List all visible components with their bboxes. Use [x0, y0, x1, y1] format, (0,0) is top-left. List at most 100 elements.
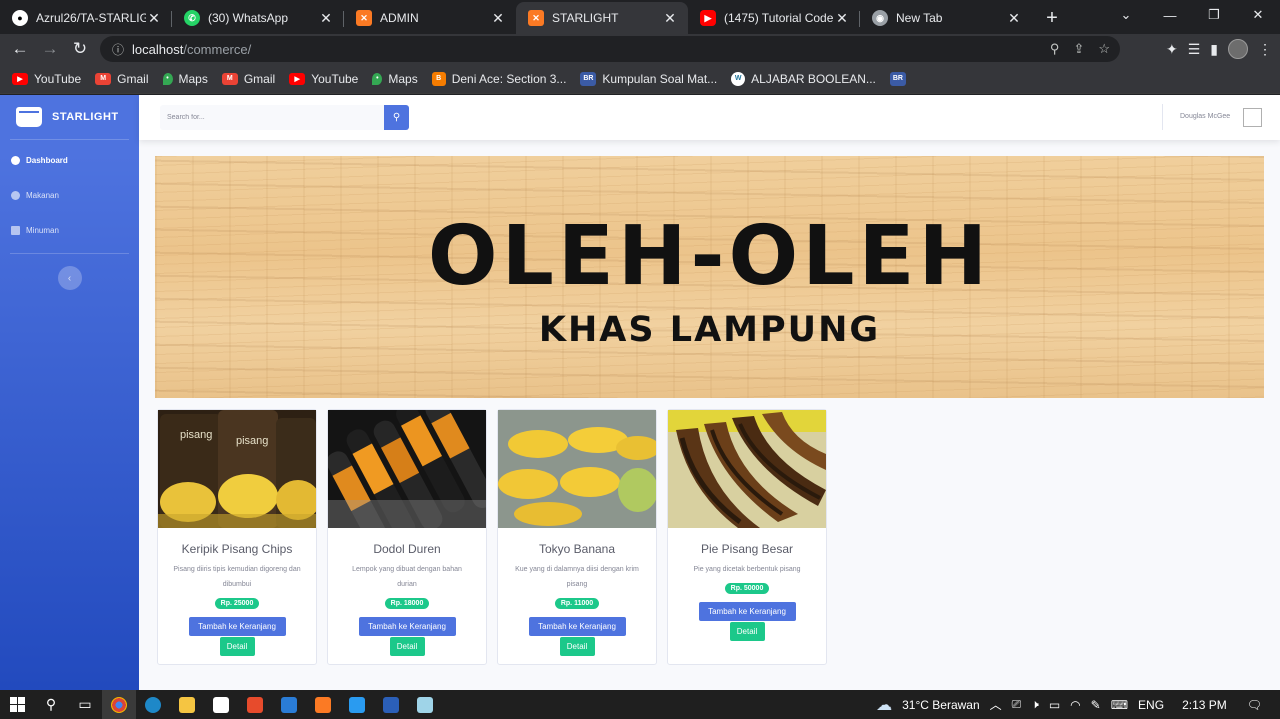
banner-title: OLEH-OLEH — [427, 209, 992, 304]
keyboard-icon[interactable]: ⌨ — [1111, 698, 1128, 712]
new-tab-button[interactable]: + — [1038, 4, 1066, 32]
windows-start-icon[interactable] — [0, 690, 34, 719]
bookmark-item[interactable]: ▶ YouTube — [12, 72, 81, 86]
bookmark-item[interactable]: B Deni Ace: Section 3... — [431, 71, 566, 86]
add-to-cart-button[interactable]: Tambah ke Keranjang — [528, 617, 626, 636]
bookmark-label: Gmail — [117, 71, 149, 86]
add-to-cart-button[interactable]: Tambah ke Keranjang — [698, 602, 796, 621]
menu-icon[interactable]: ⋮ — [1258, 41, 1272, 58]
mail-icon[interactable] — [272, 690, 306, 719]
forward-button[interactable]: → — [35, 34, 65, 64]
search-icon[interactable]: ⚲ — [34, 690, 68, 719]
tab-search-icon[interactable]: ⌄ — [1104, 0, 1148, 30]
store-icon[interactable] — [204, 690, 238, 719]
close-icon[interactable]: ✕ — [318, 10, 334, 27]
sidebar-item-dashboard[interactable]: Dashboard — [0, 143, 139, 178]
weather-icon[interactable]: ☁ — [876, 695, 892, 715]
sidebar-brand[interactable]: STARLIGHT — [0, 95, 139, 139]
product-card: Dodol Duren Lempok yang dibuat dengan ba… — [327, 409, 487, 665]
tab-strip: ● Azrul26/TA-STARLIGH ✕ ✆ (30) WhatsApp ✕ ✕ A… — [0, 0, 1280, 34]
add-to-cart-button[interactable]: Tambah ke Keranjang — [358, 617, 456, 636]
sidebar-toggle-button[interactable]: ‹ — [57, 266, 82, 290]
svg-text:pisang: pisang — [236, 435, 268, 447]
sidebar-item-makanan[interactable]: Makanan — [0, 178, 139, 213]
office-icon[interactable] — [238, 690, 272, 719]
hero-banner: OLEH-OLEH KHAS LAMPUNG — [155, 156, 1264, 398]
clock[interactable]: 2:13 PM — [1182, 698, 1227, 712]
bookmark-item[interactable]: • Maps — [372, 72, 418, 86]
close-icon[interactable]: ✕ — [490, 10, 506, 27]
detail-button[interactable]: Detail — [389, 637, 425, 656]
edge-icon[interactable] — [136, 690, 170, 719]
add-to-cart-button[interactable]: Tambah ke Keranjang — [188, 617, 286, 636]
share-icon[interactable]: ⇪ — [1073, 41, 1084, 57]
tab-2[interactable]: ✕ ADMIN ✕ — [344, 2, 516, 34]
chevron-up-icon[interactable]: ︿ — [990, 696, 1002, 713]
address-bar[interactable]: ⓘ localhost/commerce/ ⚲ ⇪ ☆ — [100, 36, 1120, 62]
minimize-button[interactable]: — — [1148, 0, 1192, 30]
extensions-icon[interactable]: ✦ — [1166, 41, 1178, 58]
bookmark-item[interactable]: BR — [889, 71, 912, 86]
detail-button[interactable]: Detail — [559, 637, 595, 656]
product-description: Pie yang dicetak berbentuk pisang — [693, 566, 801, 573]
back-button[interactable]: ← — [5, 34, 35, 64]
bookmark-item[interactable]: M Gmail — [95, 71, 149, 86]
wifi-icon[interactable]: ◠ — [1070, 698, 1080, 712]
language-indicator[interactable]: ENG — [1138, 698, 1164, 712]
close-icon[interactable]: ✕ — [146, 10, 162, 27]
tab-title: STARLIGHT — [552, 11, 619, 25]
sidebar-divider — [10, 139, 129, 140]
tab-3[interactable]: ✕ STARLIGHT ✕ — [516, 2, 688, 34]
xampp-icon[interactable] — [306, 690, 340, 719]
weather-text[interactable]: 31°C Berawan — [902, 698, 980, 712]
bookmark-item[interactable]: M Gmail — [221, 72, 275, 86]
profile-avatar[interactable] — [1228, 39, 1248, 59]
close-icon[interactable]: ✕ — [1006, 10, 1022, 27]
reading-list-icon[interactable]: ☰ — [1188, 41, 1201, 58]
github-icon: ● — [12, 10, 28, 26]
chrome-icon[interactable] — [102, 690, 136, 719]
notepad-icon[interactable] — [408, 690, 442, 719]
restore-button[interactable]: ❐ — [1192, 0, 1236, 30]
close-window-button[interactable]: ✕ — [1236, 0, 1280, 30]
browser-toolbar: ← → ↻ ⓘ localhost/commerce/ ⚲ ⇪ ☆ ✦ ☰ ▮ … — [0, 34, 1280, 64]
tab-5[interactable]: ◉ New Tab ✕ — [860, 2, 1032, 34]
sidebar-item-minuman[interactable]: Minuman — [0, 213, 139, 248]
zoom-icon[interactable]: ⚲ — [1050, 41, 1060, 57]
tab-4[interactable]: ▶ (1475) Tutorial Codeig ✕ — [688, 2, 860, 34]
word-icon[interactable] — [374, 690, 408, 719]
bookmarks-bar: ▶ YouTube M Gmail • Maps M Gmail ▶ YouTube • M… — [0, 64, 1280, 94]
tab-title: ADMIN — [380, 11, 419, 25]
side-panel-icon[interactable]: ▮ — [1210, 41, 1218, 58]
pen-icon[interactable]: ✎ — [1091, 698, 1101, 712]
youtube-icon: ▶ — [289, 72, 306, 85]
product-card: Tokyo Banana Kue yang di dalamnya diisi … — [497, 409, 657, 665]
product-name: Pie Pisang Besar — [700, 542, 794, 556]
battery-icon[interactable]: ▭ — [1049, 698, 1060, 712]
info-icon[interactable]: ⓘ — [112, 41, 124, 58]
close-icon[interactable]: ✕ — [834, 10, 850, 27]
search-icon: ⚲ — [392, 112, 401, 123]
task-view-icon[interactable]: ▭ — [68, 690, 102, 719]
detail-button[interactable]: Detail — [219, 637, 255, 656]
file-explorer-icon[interactable] — [170, 690, 204, 719]
bookmark-item[interactable]: • Maps — [162, 72, 208, 86]
reload-button[interactable]: ↻ — [65, 34, 95, 64]
user-name[interactable]: Douglas McGee — [1180, 113, 1230, 120]
close-icon[interactable]: ✕ — [662, 10, 678, 27]
profile-image[interactable] — [1243, 108, 1262, 127]
tab-0[interactable]: ● Azrul26/TA-STARLIGH ✕ — [0, 2, 172, 34]
bookmark-item[interactable]: ▶ YouTube — [289, 72, 358, 86]
speaker-muted-icon[interactable]: 🕨 — [1031, 697, 1039, 712]
bookmark-item[interactable]: W ALJABAR BOOLEAN... — [731, 71, 876, 86]
search-input[interactable] — [160, 105, 384, 130]
vscode-icon[interactable] — [340, 690, 374, 719]
notification-icon[interactable]: 🗨 — [1247, 698, 1262, 712]
search-button[interactable]: ⚲ — [384, 105, 409, 130]
bookmark-item[interactable]: BR Kumpulan Soal Mat... — [580, 71, 717, 86]
detail-button[interactable]: Detail — [729, 622, 765, 641]
bookmark-star-icon[interactable]: ☆ — [1098, 41, 1110, 57]
web-page: STARLIGHT Dashboard Makanan Minuman ‹ ⚲ … — [0, 95, 1280, 690]
meet-icon[interactable]: ⎚ — [1012, 697, 1022, 712]
tab-1[interactable]: ✆ (30) WhatsApp ✕ — [172, 2, 344, 34]
